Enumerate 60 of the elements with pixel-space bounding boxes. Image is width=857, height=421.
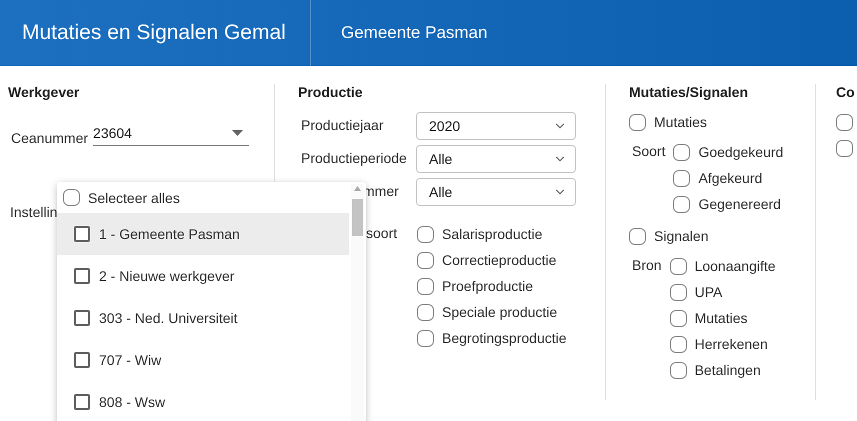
dropdown-item[interactable]: 1 - Gemeente Pasman	[57, 213, 349, 255]
checkbox-label: Goedgekeurd	[698, 144, 784, 160]
checkbox[interactable]	[629, 228, 646, 244]
field-label: Productieperiode	[301, 150, 407, 166]
checkbox-label: Mutaties	[694, 310, 748, 326]
checkbox[interactable]	[836, 140, 853, 156]
field-label: soort	[366, 225, 398, 241]
field-label: Soort	[632, 143, 666, 161]
app-title: Mutaties en Signalen Gemal	[0, 0, 311, 66]
checkbox[interactable]	[74, 394, 90, 410]
checkbox[interactable]	[673, 144, 690, 160]
checkbox-label: Herrekenen	[694, 336, 768, 352]
checkbox-label: Gegenereerd	[698, 196, 781, 212]
scrollbar-thumb[interactable]	[352, 199, 363, 236]
checkbox-label: Loonaangifte	[694, 258, 776, 274]
checkbox[interactable]	[63, 189, 80, 206]
section-title: Co	[836, 84, 856, 102]
checkbox-label: Salarisproductie	[442, 226, 542, 242]
select-field[interactable]: Alle	[416, 178, 576, 206]
checkbox-label: Begrotingsproductie	[442, 330, 567, 346]
checkbox-label: Correctieproductie	[442, 252, 556, 268]
checkbox[interactable]	[74, 226, 90, 242]
section-title: Werkgever	[8, 84, 80, 102]
select-field[interactable]: 2020	[416, 112, 576, 140]
checkbox[interactable]	[74, 310, 90, 326]
select-field[interactable]: 23604	[93, 120, 250, 146]
checkbox[interactable]	[74, 268, 90, 284]
field-label: Instellin	[10, 204, 58, 220]
checkbox[interactable]	[629, 114, 646, 130]
scroll-up-icon[interactable]	[354, 186, 361, 191]
checkbox[interactable]	[417, 226, 434, 242]
checkbox[interactable]	[836, 114, 853, 130]
checkbox[interactable]	[417, 278, 434, 294]
checkbox[interactable]	[673, 196, 690, 212]
section-title: Mutaties/Signalen	[629, 84, 750, 102]
checkbox[interactable]	[74, 352, 90, 368]
checkbox-label: Mutaties	[654, 114, 707, 130]
checkbox[interactable]	[670, 258, 687, 274]
checkbox[interactable]	[670, 336, 687, 352]
checkbox-label: Betalingen	[694, 362, 761, 378]
checkbox-label: Signalen	[654, 228, 708, 244]
checkbox-label: Proefproductie	[442, 278, 534, 294]
checkbox[interactable]	[417, 330, 434, 346]
field-label: Bron	[632, 257, 662, 275]
checkbox[interactable]	[417, 304, 434, 320]
field-label: Productiejaar	[301, 117, 384, 133]
section-title: Productie	[298, 84, 364, 102]
checkbox[interactable]	[417, 252, 434, 268]
caret-icon	[232, 130, 244, 136]
checkbox[interactable]	[670, 284, 687, 300]
organization-name: Gemeente Pasman	[340, 23, 488, 43]
checkbox[interactable]	[670, 310, 687, 326]
field-label: Ceanummer	[11, 130, 88, 146]
checkbox-label: Speciale productie	[442, 304, 558, 320]
checkbox[interactable]	[670, 362, 687, 378]
select-all-label: Selecteer alles	[88, 190, 180, 206]
checkbox-label: Afgekeurd	[698, 170, 762, 186]
checkbox[interactable]	[673, 170, 690, 186]
select-field[interactable]: Alle	[416, 145, 576, 173]
checkbox-label: UPA	[694, 284, 722, 300]
